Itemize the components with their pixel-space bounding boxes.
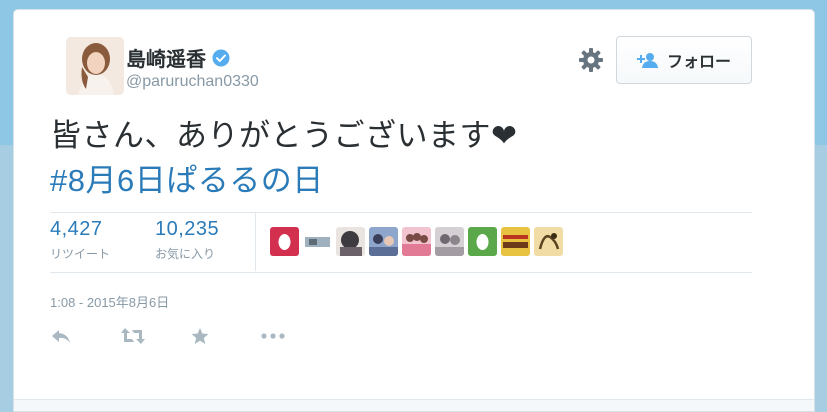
- tweet-text: 皆さん、ありがとうございます❤ #8月6日ぱるるの日: [50, 113, 770, 203]
- favoriter-avatars: [270, 227, 563, 256]
- user-screen-name[interactable]: @paruruchan0330: [126, 73, 259, 91]
- favorite-count[interactable]: 10,235: [155, 218, 219, 241]
- display-name-text[interactable]: 島崎遥香: [126, 43, 206, 72]
- retweet-button[interactable]: [120, 326, 190, 350]
- favoriter-avatar-9[interactable]: [534, 227, 563, 256]
- stats-bottom-divider: [50, 272, 752, 273]
- favorite-stat[interactable]: 10,235 お気に入り: [155, 218, 219, 262]
- stats-top-divider: [50, 212, 752, 213]
- follow-button-label: フォロー: [666, 54, 731, 71]
- tweet-timestamp[interactable]: 1:08 - 2015年8月6日: [50, 292, 169, 311]
- hashtag-link[interactable]: #8月6日ぱるるの日: [50, 158, 770, 203]
- user-avatar[interactable]: [66, 37, 124, 95]
- add-person-icon: [636, 51, 659, 69]
- favoriter-avatar-2[interactable]: [303, 227, 332, 256]
- favoriter-avatar-7[interactable]: [468, 227, 497, 256]
- follow-button[interactable]: フォロー: [616, 36, 752, 84]
- card-footer: [14, 399, 814, 411]
- retweet-label: リツイート: [50, 247, 111, 261]
- retweet-stat[interactable]: 4,427 リツイート: [50, 218, 110, 262]
- favorite-button[interactable]: [190, 326, 260, 350]
- favorite-icon: [190, 327, 210, 350]
- retweet-count[interactable]: 4,427: [50, 218, 110, 241]
- more-button[interactable]: [260, 326, 330, 350]
- favoriter-avatar-5[interactable]: [402, 227, 431, 256]
- verified-badge-icon: [212, 49, 230, 67]
- reply-button[interactable]: [50, 326, 120, 350]
- stats-separator: [255, 213, 256, 271]
- favoriter-avatar-3[interactable]: [336, 227, 365, 256]
- user-display-name[interactable]: 島崎遥香: [126, 43, 230, 72]
- favoriter-avatar-8[interactable]: [501, 227, 530, 256]
- favoriter-avatar-4[interactable]: [369, 227, 398, 256]
- favorite-label: お気に入り: [155, 247, 216, 261]
- gear-icon[interactable]: [578, 47, 604, 73]
- tweet-body: 皆さん、ありがとうございます❤: [50, 118, 518, 153]
- reply-icon: [50, 327, 72, 350]
- retweet-icon: [120, 327, 146, 350]
- more-icon: [260, 327, 286, 350]
- tweet-actions: [50, 326, 330, 350]
- favoriter-avatar-1[interactable]: [270, 227, 299, 256]
- favoriter-avatar-6[interactable]: [435, 227, 464, 256]
